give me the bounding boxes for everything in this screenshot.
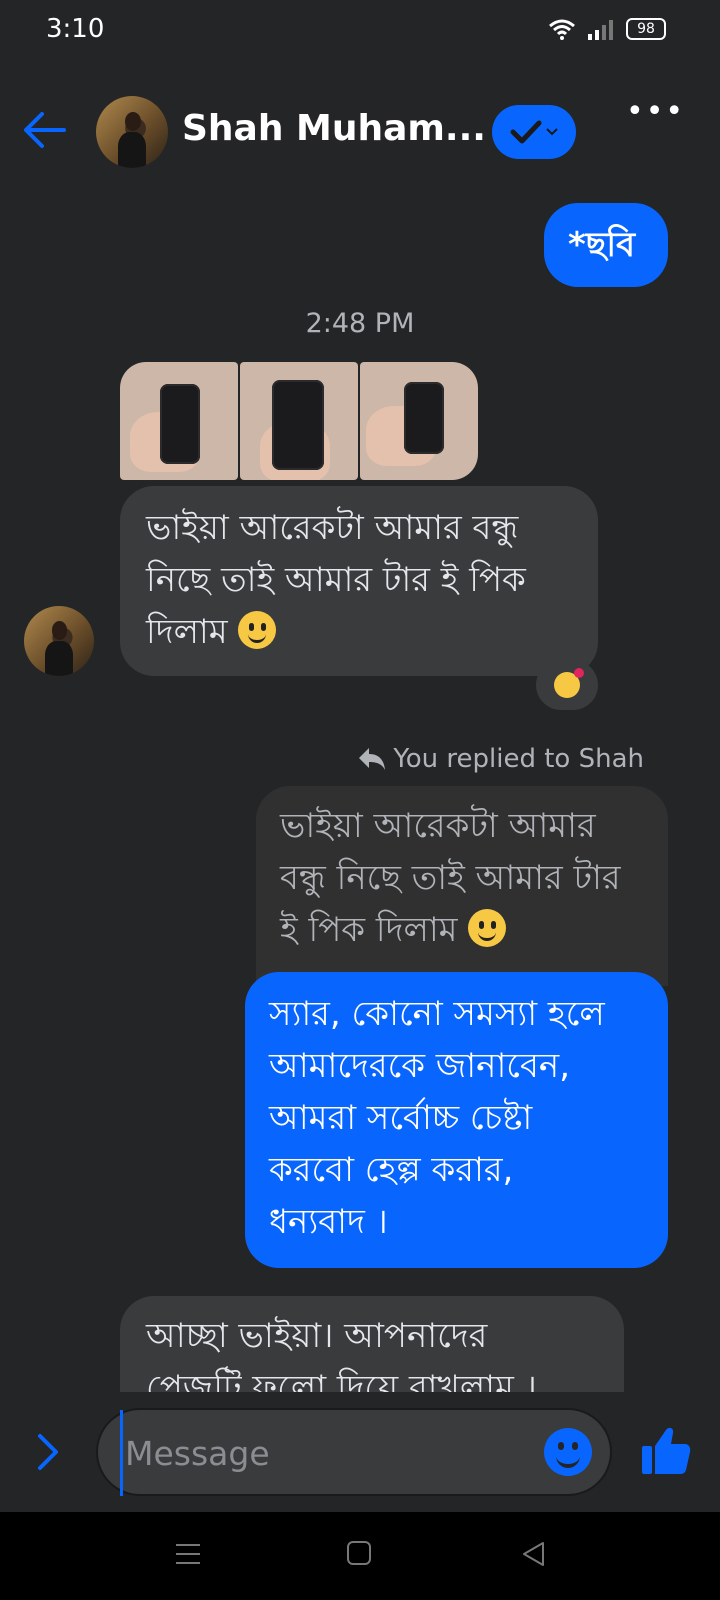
status-time: 3:10 bbox=[46, 14, 105, 44]
message-line: নিছে তাই আমার টার ই পিক bbox=[146, 560, 526, 600]
home-icon[interactable] bbox=[346, 1540, 372, 1566]
chevron-down-icon bbox=[546, 128, 558, 136]
quoted-line: ই পিক দিলাম bbox=[280, 910, 458, 950]
message-line: করবো হেল্প করার, bbox=[269, 1150, 514, 1190]
message-line: আমরা সর্বোচ্চ চেষ্টা bbox=[269, 1098, 533, 1138]
message-line: ভাইয়া আরেকটা আমার বন্ধু bbox=[146, 508, 519, 548]
more-options-icon[interactable]: ••• bbox=[626, 94, 685, 129]
smiley-emoji-icon bbox=[468, 909, 507, 947]
thumbs-up-icon[interactable] bbox=[640, 1424, 692, 1476]
message-line: ধন্যবাদ । bbox=[269, 1202, 388, 1242]
back-triangle-icon[interactable] bbox=[520, 1540, 546, 1568]
replied-note-text: You replied to Shah bbox=[393, 744, 644, 774]
emoji-icon[interactable] bbox=[544, 1428, 592, 1476]
system-navigation-bar bbox=[0, 1512, 720, 1600]
sent-message-bubble[interactable]: *ছবি bbox=[544, 203, 668, 287]
contact-name[interactable]: Shah Muham... bbox=[182, 108, 486, 149]
message-timestamp: 2:48 PM bbox=[305, 308, 415, 339]
quoted-line: ভাইয়া আরেকটা আমার bbox=[280, 806, 596, 846]
message-input[interactable] bbox=[120, 1410, 527, 1496]
reply-context-label: You replied to Shah bbox=[357, 744, 644, 774]
received-message-bubble[interactable]: ভাইয়া আরেকটা আমার বন্ধু নিছে তাই আমার ট… bbox=[120, 486, 598, 676]
back-arrow-icon[interactable] bbox=[22, 110, 66, 150]
message-line: দিলাম bbox=[146, 612, 228, 652]
photo-thumbnail[interactable] bbox=[360, 362, 478, 480]
status-icons: 98 bbox=[548, 18, 666, 40]
battery-indicator: 98 bbox=[626, 18, 666, 40]
checkmark-icon bbox=[510, 120, 542, 144]
expand-chevron-icon[interactable] bbox=[36, 1432, 62, 1472]
message-line: আচ্ছা ভাইয়া। আপনাদের bbox=[146, 1316, 488, 1356]
signal-icon bbox=[588, 20, 613, 40]
message-line: স্যার, কোনো সমস্যা হলে bbox=[269, 994, 605, 1034]
message-line: পেজটি ফলো দিয়ে রাখলাম । bbox=[146, 1368, 537, 1392]
message-line: আমাদেরকে জানাবেন, bbox=[269, 1046, 570, 1086]
message-scroll-clip: আচ্ছা ভাইয়া। আপনাদের পেজটি ফলো দিয়ে রা… bbox=[0, 1290, 720, 1392]
message-reaction[interactable] bbox=[536, 660, 598, 710]
verify-status-button[interactable] bbox=[492, 105, 576, 159]
contact-avatar[interactable] bbox=[96, 96, 168, 168]
reply-arrow-icon bbox=[359, 748, 386, 770]
smiley-emoji-icon bbox=[238, 611, 277, 649]
heart-face-emoji-icon bbox=[554, 668, 584, 698]
wifi-icon bbox=[549, 19, 575, 40]
sent-message-bubble[interactable]: স্যার, কোনো সমস্যা হলে আমাদেরকে জানাবেন,… bbox=[245, 972, 668, 1268]
menu-icon[interactable] bbox=[174, 1542, 202, 1566]
message-input-container bbox=[96, 1408, 612, 1496]
photo-thumbnail[interactable] bbox=[120, 362, 238, 480]
photo-thumbnail[interactable] bbox=[240, 362, 358, 480]
received-message-bubble[interactable]: আচ্ছা ভাইয়া। আপনাদের পেজটি ফলো দিয়ে রা… bbox=[120, 1296, 624, 1392]
quoted-line: বন্ধু নিছে তাই আমার টার bbox=[280, 858, 621, 898]
sender-avatar[interactable] bbox=[24, 606, 94, 676]
quoted-message-bubble[interactable]: ভাইয়া আরেকটা আমার বন্ধু নিছে তাই আমার ট… bbox=[256, 786, 668, 986]
